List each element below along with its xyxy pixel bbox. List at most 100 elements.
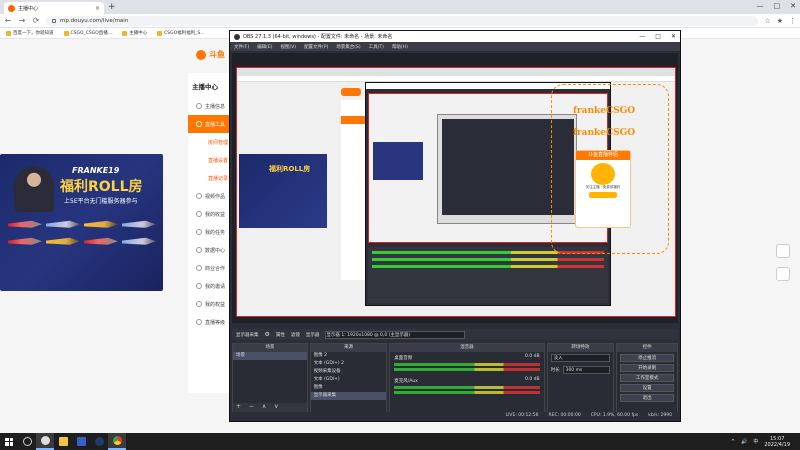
- taskbar-search[interactable]: [18, 433, 36, 450]
- share-float-icon[interactable]: [776, 244, 790, 258]
- menu-help[interactable]: 帮助(H): [392, 44, 408, 50]
- sidebar-item-invite[interactable]: 我的邀请: [188, 277, 230, 295]
- minimize-button[interactable]: —: [757, 2, 764, 10]
- properties-gear-icon[interactable]: ⚙: [265, 331, 270, 338]
- obs-window-controls: — □ ✕: [639, 33, 676, 40]
- bookmark-baidu[interactable]: 百度一下，你就知道: [6, 30, 54, 36]
- menu-profile[interactable]: 配置文件(P): [304, 44, 328, 50]
- taskbar-chrome[interactable]: [108, 433, 126, 450]
- bookmark-star-icon[interactable]: ☆: [764, 17, 770, 25]
- close-button[interactable]: ✕: [790, 2, 796, 10]
- knife-skin-image: [8, 237, 42, 245]
- sidebar-item-videos[interactable]: 视频作品: [188, 187, 230, 205]
- knife-skin-image: [84, 220, 118, 228]
- sidebar-item-income[interactable]: 我的收益: [188, 205, 230, 223]
- browser-tab[interactable]: 主播中心 ×: [4, 2, 104, 14]
- channel-name: 麦克风/Aux: [394, 379, 418, 384]
- obs-statusbar: LIVE: 00:12:56 REC: 00:00:00 CPU: 1.9%, …: [232, 412, 678, 420]
- bookmark-anchor-center[interactable]: 主播中心: [122, 30, 147, 36]
- browser-window-controls: — □ ✕: [757, 2, 797, 10]
- transition-select[interactable]: 淡入: [550, 354, 611, 362]
- maximize-button[interactable]: □: [774, 2, 781, 10]
- settings-button[interactable]: 设置: [620, 384, 674, 392]
- filters-button[interactable]: 滤镜: [291, 332, 300, 338]
- douyu-logo[interactable]: 斗鱼: [196, 49, 225, 60]
- menu-scene-collection[interactable]: 场景集合(S): [336, 44, 360, 50]
- forward-button[interactable]: →: [18, 16, 26, 25]
- sidebar-item-tools[interactable]: 直播工具: [188, 115, 230, 133]
- source-item[interactable]: 显示器采集: [310, 392, 387, 400]
- back-button[interactable]: ←: [4, 16, 12, 25]
- obs-close-button[interactable]: ✕: [671, 33, 676, 40]
- nested-banner: [373, 142, 423, 180]
- sidebar-item-room[interactable]: 房间管理: [188, 133, 230, 151]
- new-tab-button[interactable]: +: [108, 2, 116, 12]
- sidebar-item-level[interactable]: 直播等级: [188, 313, 230, 331]
- bookmark-label: 主播中心: [129, 31, 148, 36]
- volume-icon[interactable]: 🔊: [741, 439, 747, 445]
- bookmark-csgo-welfare[interactable]: CSGO福利福利_S...: [157, 30, 205, 36]
- studio-mode-button[interactable]: 工作室模式: [620, 374, 674, 382]
- display-select[interactable]: 显示器 1: 1920x1080 @ 0,0 (主显示器): [325, 330, 466, 339]
- menu-tools[interactable]: 工具(T): [369, 44, 384, 50]
- start-recording-button[interactable]: 开始录制: [620, 364, 674, 372]
- source-item[interactable]: 文本 (GDI+) 2: [311, 360, 387, 368]
- lock-icon: [52, 18, 56, 23]
- ime-indicator[interactable]: 中: [753, 438, 758, 445]
- obs-minimize-button[interactable]: —: [639, 33, 645, 40]
- exit-button[interactable]: 退出: [620, 394, 674, 402]
- extension-icon[interactable]: ★: [777, 17, 783, 25]
- taskbar-obs[interactable]: [36, 433, 54, 450]
- sidebar-item-records[interactable]: 直播记录: [188, 169, 230, 187]
- source-item[interactable]: 图像: [311, 384, 387, 392]
- properties-button[interactable]: 属性: [276, 332, 285, 338]
- current-source-label: 显示器采集: [236, 332, 259, 338]
- transition-type-row: 淡入: [548, 352, 614, 364]
- sidebar-item-business[interactable]: 商业合作: [188, 259, 230, 277]
- channel-db: 0.0 dB: [525, 354, 540, 359]
- douyu-favicon-icon: [8, 4, 15, 12]
- badge-icon: [196, 301, 202, 307]
- sidebar-item-tasks[interactable]: 我的任务: [188, 223, 230, 241]
- obs-maximize-button[interactable]: □: [655, 33, 661, 40]
- douyu-brand: 斗鱼: [209, 50, 225, 59]
- taskbar-explorer[interactable]: [54, 433, 72, 450]
- sidebar-item-rights[interactable]: 我的权益: [188, 295, 230, 313]
- address-bar[interactable]: mp.douyu.com/live/main: [46, 15, 759, 26]
- taskbar-steam[interactable]: [90, 433, 108, 450]
- menu-icon[interactable]: ⋮: [789, 17, 796, 25]
- scenes-toolbar[interactable]: + − ∧ ∨: [233, 403, 307, 412]
- menu-view[interactable]: 视图(V): [280, 44, 296, 50]
- source-item[interactable]: 文本 (GDI+): [311, 376, 387, 384]
- overlay-card-title: 斗鱼直播伴侣: [576, 151, 630, 160]
- clock[interactable]: 15:07 2022/4/19: [764, 436, 790, 448]
- obs-title-bar[interactable]: OBS 27.1.3 (64-bit, windows) - 配置文件: 未命名…: [230, 31, 680, 42]
- source-item[interactable]: 图像 2: [311, 352, 387, 360]
- bookmark-csgo-live[interactable]: CSGO_CSGO直播...: [63, 30, 112, 36]
- duration-input[interactable]: 300 ms: [562, 366, 611, 374]
- menu-file[interactable]: 文件(F): [234, 44, 249, 50]
- sources-title: 来源: [310, 344, 387, 352]
- tray-overflow-icon[interactable]: ^: [731, 439, 735, 445]
- browser-toolbar: ← → ⟳ mp.douyu.com/live/main ☆ ★ ⋮: [0, 14, 800, 28]
- reload-button[interactable]: ⟳: [32, 16, 40, 25]
- sidebar-item-data[interactable]: 数据中心: [188, 241, 230, 259]
- sidebar-item-info[interactable]: 主播信息: [188, 97, 230, 115]
- preview-active-item: [341, 116, 365, 124]
- taskbar-app-k[interactable]: [72, 433, 90, 450]
- stop-streaming-button[interactable]: 停止推流: [620, 354, 674, 362]
- mixer-channel-desktop: 桌面音频 0.0 dB: [390, 352, 543, 375]
- sidebar-item-settings[interactable]: 直播设置: [188, 151, 230, 169]
- start-button[interactable]: [0, 433, 18, 450]
- source-item[interactable]: 视频采集设备: [311, 368, 387, 376]
- obs-app-icon: [40, 436, 50, 445]
- obs-preview[interactable]: 福利ROLL房 frankeCSGO frankeCSGO 斗鱼直播伴侣 关注主…: [232, 53, 678, 323]
- menu-edit[interactable]: 编辑(E): [257, 44, 272, 50]
- scene-item[interactable]: 场景: [233, 352, 307, 360]
- message-float-icon[interactable]: [776, 267, 790, 281]
- banner-streamer-name: FRANKE19: [72, 166, 120, 175]
- rec-time: REC: 00:00:00: [548, 413, 581, 418]
- preview-banner: 福利ROLL房: [239, 154, 327, 228]
- tab-close-icon[interactable]: ×: [95, 5, 100, 12]
- douyu-fish-icon: [196, 49, 206, 60]
